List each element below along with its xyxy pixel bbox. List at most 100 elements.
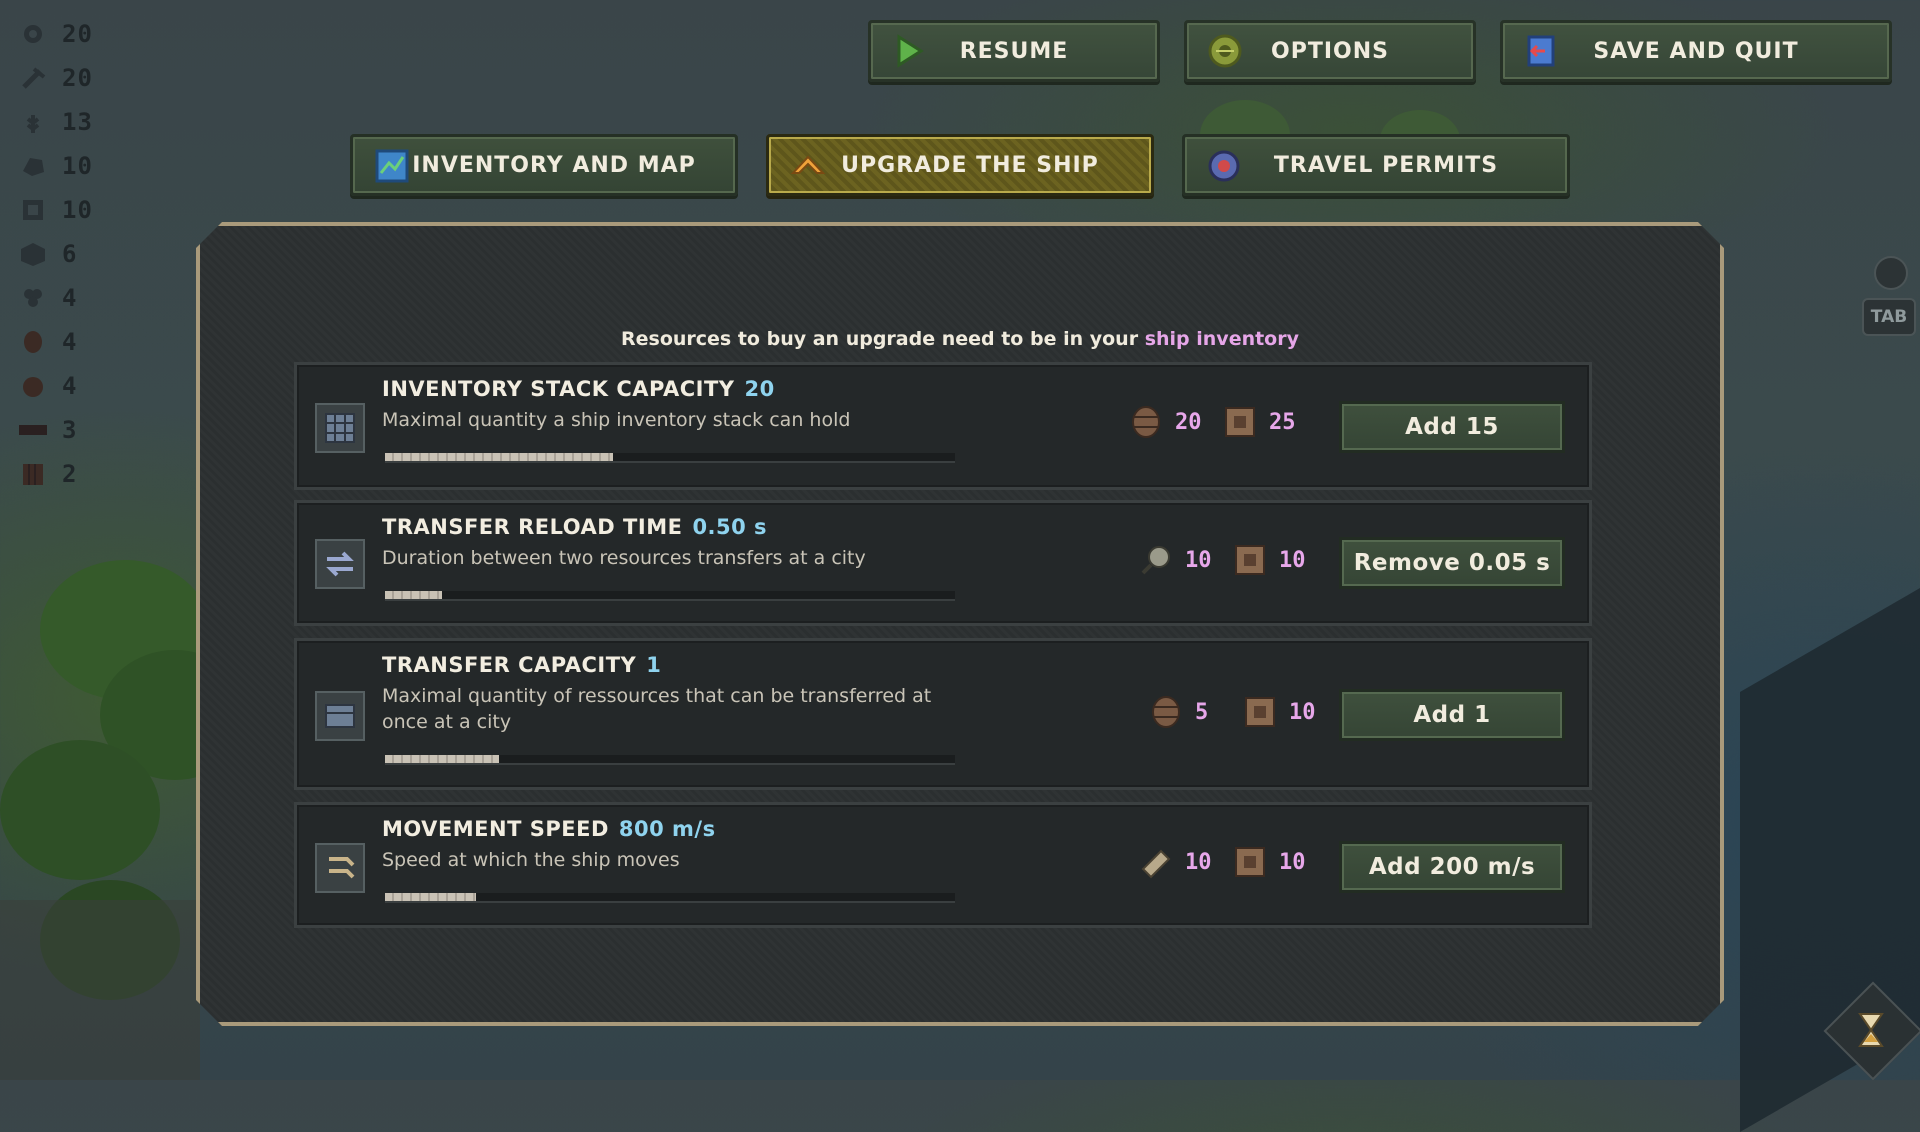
upgrade-description: Speed at which the ship moves — [382, 849, 680, 871]
hud-row: 4 — [18, 366, 77, 406]
crate-resource-icon — [1223, 405, 1257, 439]
cost-amount: 25 — [1269, 409, 1296, 435]
hud-value: 4 — [62, 284, 78, 312]
crate-resource-icon — [1233, 543, 1267, 577]
hud-value: 20 — [62, 20, 93, 48]
hud-value: 10 — [62, 152, 93, 180]
barrel-resource-icon — [1149, 695, 1183, 729]
hud-row: 20 — [18, 58, 93, 98]
options-gear-icon — [1207, 33, 1243, 69]
hud-row: 13 — [18, 102, 93, 142]
upgrade-progress-bar — [385, 893, 955, 903]
play-icon — [891, 33, 927, 69]
options-button[interactable]: OPTIONS — [1184, 20, 1476, 82]
notice-highlight: ship inventory — [1144, 328, 1299, 350]
basket-resource-icon — [18, 372, 48, 400]
hud-value: 2 — [62, 460, 78, 488]
upgrade-description: Maximal quantity a ship inventory stack … — [382, 409, 851, 431]
crate-resource-icon — [1243, 695, 1277, 729]
upgrade-card-transfer-capacity: TRANSFER CAPACITY 1 Maximal quantity of r… — [294, 638, 1592, 790]
speed-arrows-icon — [315, 843, 365, 893]
hud-value: 3 — [62, 416, 78, 444]
seal-icon — [1205, 147, 1243, 185]
hud-value: 4 — [62, 372, 78, 400]
upgrade-title: TRANSFER RELOAD TIME 0.50 s — [382, 515, 767, 539]
upgrade-progress-fill — [385, 893, 477, 901]
pickaxe-resource-icon — [18, 64, 48, 92]
add-movement-speed-button[interactable]: Add 200 m/s — [1339, 841, 1565, 893]
capacity-box-icon — [315, 691, 365, 741]
cost-amount: 20 — [1175, 409, 1202, 435]
upgrade-progress-bar — [385, 453, 955, 463]
save-and-quit-label: SAVE AND QUIT — [1593, 38, 1799, 64]
add-stack-capacity-button[interactable]: Add 15 — [1339, 401, 1565, 453]
hourglass-icon — [1856, 1012, 1886, 1048]
map-icon — [373, 147, 411, 185]
cost-amount: 10 — [1289, 699, 1316, 725]
cost-amount: 10 — [1185, 849, 1212, 875]
upgrade-progress-fill — [385, 755, 499, 763]
barrel-resource-icon — [1129, 405, 1163, 439]
cost-amount: 10 — [1279, 849, 1306, 875]
notice-text: Resources to buy an upgrade need to be i… — [621, 328, 1139, 350]
tab-key-hint: TAB — [1862, 298, 1916, 336]
upgrade-description: Maximal quantity of ressources that can … — [382, 685, 932, 733]
upgrade-cost: 10 10 — [1139, 845, 1315, 879]
crate-resource-icon — [18, 196, 48, 224]
upgrade-cost: 5 10 — [1149, 695, 1325, 729]
upgrade-current-value: 0.50 s — [692, 515, 768, 539]
inventory-grid-icon — [315, 403, 365, 453]
exit-door-icon — [1523, 33, 1559, 69]
upgrade-cost: 20 25 — [1129, 405, 1305, 439]
hud-value: 6 — [62, 240, 78, 268]
hud-value: 13 — [62, 108, 93, 136]
remove-reload-time-button[interactable]: Remove 0.05 s — [1339, 537, 1565, 589]
hud-row: 3 — [18, 410, 77, 450]
cost-amount: 10 — [1185, 547, 1212, 573]
upgrade-card-transfer-reload: TRANSFER RELOAD TIME 0.50 s Duration betw… — [294, 500, 1592, 626]
wheat-resource-icon — [18, 108, 48, 136]
upgrade-title-text: TRANSFER RELOAD TIME — [382, 515, 683, 539]
menu-toggle-icon[interactable] — [1874, 256, 1908, 290]
transfer-arrows-icon — [315, 539, 365, 589]
upgrade-progress-fill — [385, 591, 442, 599]
hud-row: 10 — [18, 146, 93, 186]
cost-amount: 10 — [1279, 547, 1306, 573]
upgrade-current-value: 20 — [744, 377, 775, 401]
hud-row: 4 — [18, 322, 77, 362]
add-transfer-capacity-button[interactable]: Add 1 — [1339, 689, 1565, 741]
book-resource-icon — [18, 460, 48, 488]
ore-resource-icon — [18, 152, 48, 180]
cost-amount: 5 — [1195, 699, 1209, 725]
upgrade-notice: Resources to buy an upgrade need to be i… — [196, 328, 1724, 350]
tab-inventory-and-map[interactable]: INVENTORY AND MAP — [350, 134, 738, 196]
hud-value: 4 — [62, 328, 78, 356]
upgrade-title: INVENTORY STACK CAPACITY 20 — [382, 377, 775, 401]
upgrade-title: TRANSFER CAPACITY 1 — [382, 653, 661, 677]
barrel-resource-icon — [18, 328, 48, 356]
magnifier-resource-icon — [1139, 543, 1173, 577]
upgrade-arrow-icon — [789, 147, 827, 185]
upgrade-card-movement-speed: MOVEMENT SPEED 800 m/s Speed at which the… — [294, 802, 1592, 928]
resume-button[interactable]: RESUME — [868, 20, 1160, 82]
tab-upgrade-the-ship[interactable]: UPGRADE THE SHIP — [766, 134, 1154, 196]
save-and-quit-button[interactable]: SAVE AND QUIT — [1500, 20, 1892, 82]
box-resource-icon — [18, 240, 48, 268]
plank-resource-icon — [1139, 845, 1173, 879]
upgrade-current-value: 800 m/s — [618, 817, 716, 841]
upgrade-title: MOVEMENT SPEED 800 m/s — [382, 817, 716, 841]
crate-resource-icon — [1233, 845, 1267, 879]
hud-row: 6 — [18, 234, 77, 274]
hud-value: 20 — [62, 64, 93, 92]
hud-row: 2 — [18, 454, 77, 494]
hud-value: 10 — [62, 196, 93, 224]
upgrade-progress-fill — [385, 453, 613, 461]
tab-travel-permits[interactable]: TRAVEL PERMITS — [1182, 134, 1570, 196]
upgrade-progress-bar — [385, 755, 955, 765]
hud-row: 20 — [18, 14, 93, 54]
upgrade-current-value: 1 — [646, 653, 662, 677]
grapes-resource-icon — [18, 284, 48, 312]
hud-row: 4 — [18, 278, 77, 318]
gear-resource-icon — [18, 20, 48, 48]
plank-resource-icon — [18, 416, 48, 444]
